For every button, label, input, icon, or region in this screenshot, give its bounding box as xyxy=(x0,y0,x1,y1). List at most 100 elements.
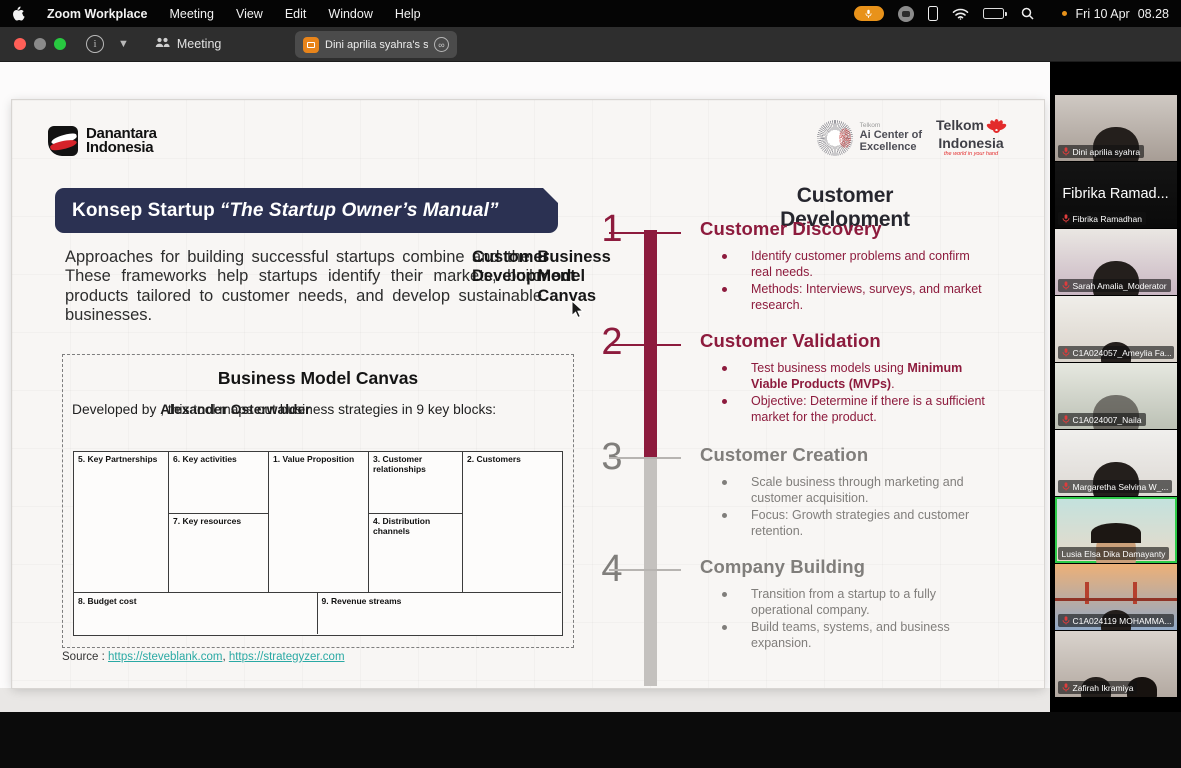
participant-display-name: Fibrika Ramad... xyxy=(1055,186,1177,202)
participant-name: C1A024119 MOHAMMA... xyxy=(1073,616,1172,626)
participant-tile[interactable]: C1A024007_Naila xyxy=(1055,363,1177,429)
bullet-text: Scale business through marketing and cus… xyxy=(751,474,987,507)
participant-name: Margaretha Selvina W_... xyxy=(1073,482,1169,492)
zoom-window-titlebar: i ▼ Meeting Dini aprilia syahra's screen… xyxy=(0,27,1181,62)
participant-tile[interactable]: Dini aprilia syahra xyxy=(1055,95,1177,161)
participant-name-label: Margaretha Selvina W_... xyxy=(1058,480,1173,493)
bullet-item: Scale business through marketing and cus… xyxy=(700,474,1014,507)
participant-tile[interactable]: C1A024057_Ameylia Fa... xyxy=(1055,296,1177,362)
step-bullets: Transition from a startup to a fully ope… xyxy=(700,586,1014,651)
timeline-tick xyxy=(609,569,681,571)
fullscreen-window-button[interactable] xyxy=(54,38,66,50)
bullet-dot-icon xyxy=(722,480,727,485)
shared-screen-icon xyxy=(303,37,319,53)
wifi-icon[interactable] xyxy=(952,8,969,20)
bmc-cell-key-partnerships: 5. Key Partnerships xyxy=(74,452,169,592)
menu-item[interactable]: Zoom Workplace xyxy=(47,7,147,21)
mic-in-use-indicator-icon[interactable] xyxy=(854,6,884,21)
bullet-text: Methods: Interviews, surveys, and market… xyxy=(751,281,987,314)
clock-date: Fri 10 Apr xyxy=(1076,7,1130,21)
danantara-logo-line2: Indonesia xyxy=(86,141,157,155)
menu-item[interactable]: Window xyxy=(328,7,372,21)
chevron-down-icon[interactable]: ▼ xyxy=(118,38,129,50)
zoom-bottom-bar xyxy=(0,712,1181,768)
bullet-text: Focus: Growth strategies and customer re… xyxy=(751,507,987,540)
step-heading: Customer Creation xyxy=(700,444,1014,466)
bullet-dot-icon xyxy=(722,625,727,630)
link-icon[interactable]: ∞ xyxy=(434,37,449,52)
muted-mic-icon xyxy=(1062,348,1070,357)
participant-name-label: C1A024119 MOHAMMA... xyxy=(1058,614,1174,627)
menu-item[interactable]: Help xyxy=(395,7,421,21)
participant-tile[interactable]: C1A024119 MOHAMMA... xyxy=(1055,564,1177,630)
bullet-item: Focus: Growth strategies and customer re… xyxy=(700,507,1014,540)
participant-tile[interactable]: Fibrika Ramad... Fibrika Ramadhan xyxy=(1055,162,1177,228)
participant-name-label: Dini aprilia syahra xyxy=(1058,145,1145,158)
slide-title-italic: “The Startup Owner’s Manual” xyxy=(220,200,499,222)
muted-mic-icon xyxy=(1062,214,1070,223)
aicoe-starburst-icon xyxy=(817,120,853,156)
participant-name-label: C1A024007_Naila xyxy=(1058,413,1146,426)
bmc-title: Business Model Canvas xyxy=(63,368,573,389)
search-icon[interactable] xyxy=(1021,7,1034,20)
participant-tile[interactable]: Margaretha Selvina W_... xyxy=(1055,430,1177,496)
clock-time: 08.28 xyxy=(1138,7,1169,21)
macos-menu-bar: Zoom WorkplaceMeetingViewEditWindowHelp … xyxy=(0,0,1181,27)
bullet-dot-icon xyxy=(722,366,727,371)
apple-icon[interactable] xyxy=(12,6,25,21)
telkom-line2: Indonesia xyxy=(936,136,1006,150)
menu-item[interactable]: Edit xyxy=(285,7,307,21)
bmc-cell-value-proposition: 1. Value Proposition xyxy=(269,452,369,592)
participant-tile[interactable]: Zafirah Ikramiya xyxy=(1055,631,1177,697)
meeting-info-icon[interactable]: i xyxy=(86,35,104,53)
step-bullets: Identify customer problems and confirm r… xyxy=(700,248,1014,313)
bullet-dot-icon xyxy=(722,399,727,404)
participant-name: C1A024057_Ameylia Fa... xyxy=(1073,348,1172,358)
aicoe-telkom-small: Telkom xyxy=(860,122,922,129)
mouse-cursor xyxy=(571,300,584,319)
bmc-desc-text: Developed by xyxy=(72,402,160,417)
bullet-text: Build teams, systems, and business expan… xyxy=(751,619,987,652)
telkom-tagline: the world in your hand xyxy=(936,151,1006,157)
menu-item[interactable]: View xyxy=(236,7,263,21)
participant-tile[interactable]: Sarah Amalia_Moderator xyxy=(1055,229,1177,295)
development-step: Customer Creation Scale business through … xyxy=(700,444,1014,539)
minimize-window-button[interactable] xyxy=(34,38,46,50)
aicoe-line2: Excellence xyxy=(860,141,922,153)
participant-tiles: Dini aprilia syahraFibrika Ramad...Fibri… xyxy=(1050,95,1181,697)
source-link-strategyzer: https://strategyzer.com xyxy=(229,651,345,663)
bullet-dot-icon xyxy=(722,287,727,292)
step-bullets: Test business models using Minimum Viabl… xyxy=(700,360,1014,425)
step-number: 2 xyxy=(594,323,630,361)
timeline-tick xyxy=(609,457,681,459)
participant-tile[interactable]: Lusia Elsa Dika Damayanty xyxy=(1055,497,1177,563)
tab-meeting[interactable]: Meeting xyxy=(155,37,221,52)
danantara-logo: Danantara Indonesia xyxy=(48,126,157,156)
telkom-line1: Telkom xyxy=(936,118,984,132)
control-center-icon[interactable] xyxy=(1048,8,1062,19)
bridge-deck xyxy=(1055,598,1177,601)
source-link-steveblank: https://steveblank.com xyxy=(108,651,222,663)
close-window-button[interactable] xyxy=(14,38,26,50)
step-heading: Customer Validation xyxy=(700,330,1014,352)
participant-name: Lusia Elsa Dika Damayanty xyxy=(1062,549,1166,559)
bmc-table: 5. Key Partnerships 6. Key activities 1.… xyxy=(73,451,563,636)
participant-name: Fibrika Ramadhan xyxy=(1073,214,1142,224)
danantara-logo-icon xyxy=(48,126,78,156)
telkom-indonesia-logo: Telkom Indonesia the world in your hand xyxy=(936,118,1006,157)
tab-shared-screen-label: Dini aprilia syahra's screen xyxy=(325,39,428,51)
battery-icon[interactable] xyxy=(983,8,1007,19)
tab-meeting-label: Meeting xyxy=(177,37,221,51)
menu-item[interactable]: Meeting xyxy=(169,7,213,21)
status-circle-icon[interactable] xyxy=(898,6,914,22)
bullet-item: Identify customer problems and confirm r… xyxy=(700,248,1014,281)
participants-sidebar: Dini aprilia syahraFibrika Ramad...Fibri… xyxy=(1050,62,1181,768)
menu-clock[interactable]: Fri 10 Apr 08.28 xyxy=(1076,7,1169,21)
business-model-canvas-box: Business Model Canvas Developed by Alexa… xyxy=(62,354,574,648)
shared-screen-area: Danantara Indonesia Telkom Ai Center of … xyxy=(0,62,1050,712)
tab-shared-screen[interactable]: Dini aprilia syahra's screen ∞ xyxy=(295,31,457,58)
bullet-text: Transition from a startup to a fully ope… xyxy=(751,586,987,619)
phone-mirroring-icon[interactable] xyxy=(928,6,938,21)
slide-title-banner: Konsep Startup “The Startup Owner’s Manu… xyxy=(55,188,558,233)
timeline-tick xyxy=(609,232,681,234)
